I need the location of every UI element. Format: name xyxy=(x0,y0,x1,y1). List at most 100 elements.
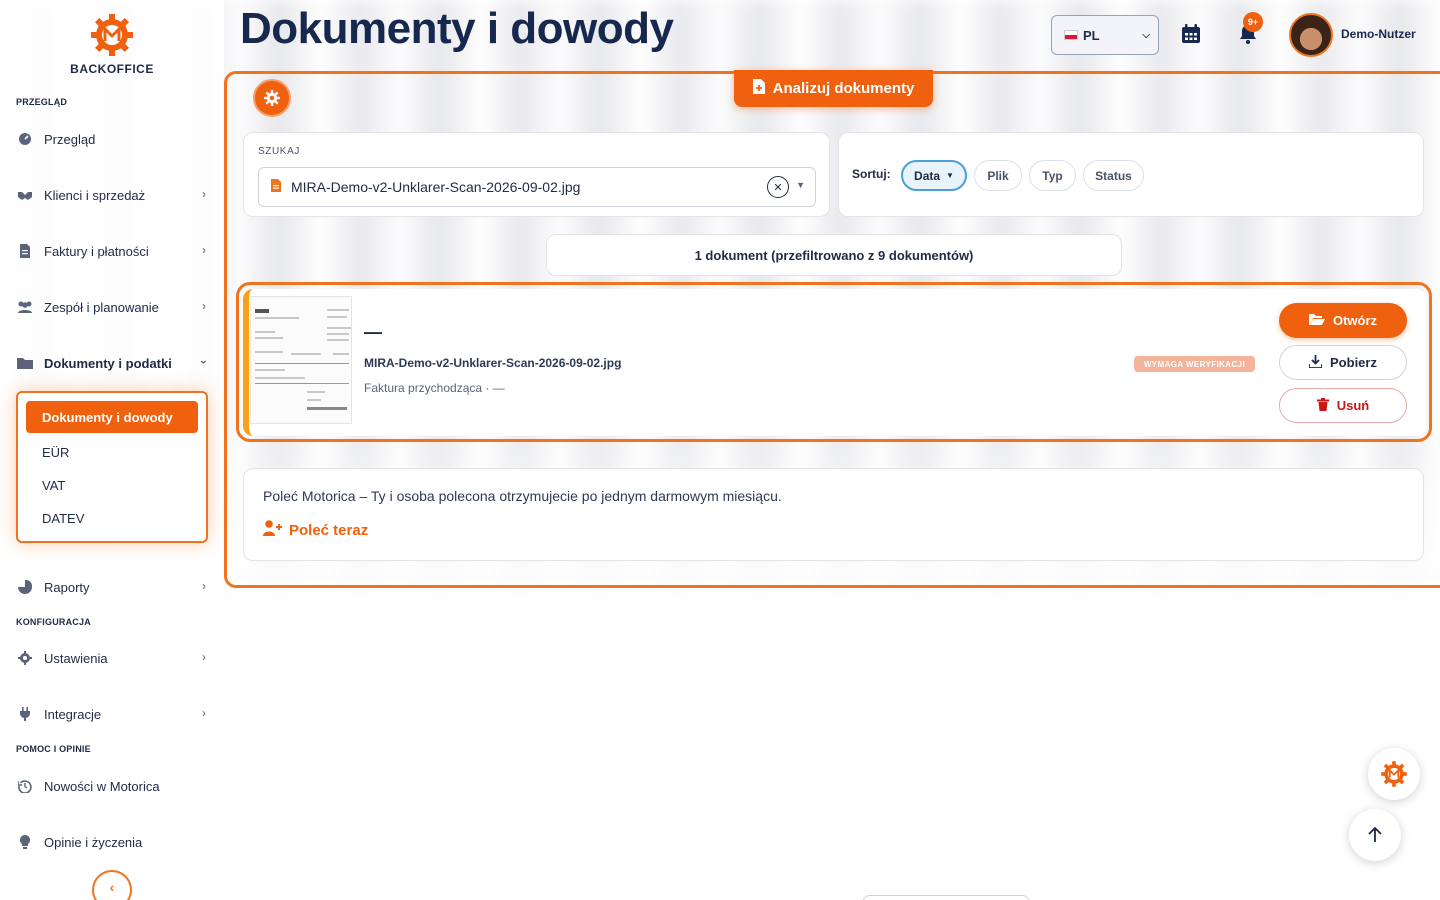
sidebar-item-label: Klienci i sprzedaż xyxy=(44,187,146,203)
section-label-overview: PRZEGLĄD xyxy=(16,97,68,107)
motorica-gear-icon xyxy=(1381,761,1407,787)
submenu-item-vat[interactable]: VAT xyxy=(42,478,65,493)
status-badge: WYMAGA WERYFIKACJI xyxy=(1134,356,1255,372)
handshake-icon xyxy=(16,187,34,203)
sidebar-item-label: Przegląd xyxy=(44,131,96,147)
submenu-item-datev[interactable]: DATEV xyxy=(42,511,84,526)
language-value: PL xyxy=(1083,27,1100,43)
search-card: SZUKAJ MIRA-Demo-v2-Unklarer-Scan-2026-0… xyxy=(243,132,830,217)
arrow-up-icon xyxy=(1368,827,1382,842)
refer-now-link[interactable]: Poleć teraz xyxy=(263,520,368,540)
lightbulb-icon xyxy=(16,834,34,850)
sort-card: Sortuj: Data ▼ Plik Typ Status xyxy=(838,132,1424,217)
analyze-documents-button[interactable]: Analizuj dokumenty xyxy=(734,70,933,107)
sidebar-item-whats-new[interactable]: Nowości w Motorica xyxy=(16,772,210,800)
delete-button[interactable]: Usuń xyxy=(1279,388,1407,423)
scroll-to-top-button[interactable] xyxy=(1349,809,1401,861)
sort-option-type[interactable]: Typ xyxy=(1029,160,1076,191)
folder-icon xyxy=(16,355,34,371)
referral-card: Poleć Motorica – Ty i osoba polecona otr… xyxy=(243,468,1424,561)
sidebar-item-label: Faktury i płatności xyxy=(44,243,149,259)
chevron-right-icon: › xyxy=(202,243,206,257)
sidebar-item-overview[interactable]: Przegląd xyxy=(16,125,210,153)
user-name[interactable]: Demo-Nutzer xyxy=(1341,27,1416,41)
user-plus-icon xyxy=(263,520,283,540)
sidebar: BACKOFFICE PRZEGLĄD Przegląd Klienci i s… xyxy=(0,0,224,900)
folder-open-icon xyxy=(1308,313,1325,328)
gear-icon xyxy=(264,90,280,106)
sidebar-item-invoices[interactable]: Faktury i płatności › xyxy=(16,237,210,265)
refer-now-label: Poleć teraz xyxy=(289,521,369,539)
motorica-gear-logo-icon xyxy=(91,14,133,56)
language-select[interactable]: PL ⌵ xyxy=(1051,15,1159,55)
dashboard-icon xyxy=(16,131,34,147)
caret-down-icon[interactable]: ▼ xyxy=(796,180,805,190)
sort-option-date[interactable]: Data ▼ xyxy=(901,160,967,191)
open-button[interactable]: Otwórz xyxy=(1279,303,1407,338)
document-file-name[interactable]: MIRA-Demo-v2-Unklarer-Scan-2026-09-02.jp… xyxy=(364,356,621,370)
sidebar-item-label: Integracje xyxy=(44,706,102,722)
pie-chart-icon xyxy=(16,579,34,595)
result-count: 1 dokument (przefiltrowano z 9 dokumentó… xyxy=(546,234,1122,276)
document-thumbnail[interactable] xyxy=(250,296,352,424)
history-icon xyxy=(16,778,34,794)
trash-icon xyxy=(1316,397,1329,414)
sidebar-item-label: Raporty xyxy=(44,579,90,595)
invoice-icon xyxy=(16,243,34,259)
bottom-partial-element xyxy=(862,895,1030,900)
calendar-icon xyxy=(1182,24,1200,43)
assistant-button[interactable] xyxy=(1368,748,1420,800)
sidebar-item-label: Opinie i życzenia xyxy=(44,834,143,850)
sidebar-item-team[interactable]: Zespół i planowanie › xyxy=(16,293,210,321)
poland-flag-icon xyxy=(1064,30,1078,40)
chevron-left-icon: ‹ xyxy=(109,879,115,895)
sidebar-item-reports[interactable]: Raporty › xyxy=(16,573,210,601)
chevron-right-icon: › xyxy=(202,706,206,720)
section-label-help: POMOC I OPINIE xyxy=(16,744,91,754)
page-title: Dokumenty i dowody xyxy=(240,4,674,53)
document-meta: Faktura przychodząca · — xyxy=(364,381,505,395)
plug-icon xyxy=(16,706,34,722)
search-value: MIRA-Demo-v2-Unklarer-Scan-2026-09-02.jp… xyxy=(291,179,581,195)
sidebar-item-settings[interactable]: Ustawienia › xyxy=(16,644,210,672)
analyze-documents-label: Analizuj dokumenty xyxy=(772,80,915,97)
caret-down-icon: ▼ xyxy=(946,171,954,180)
sidebar-item-feedback[interactable]: Opinie i życzenia xyxy=(16,828,210,856)
page-settings-button[interactable] xyxy=(253,79,291,117)
search-input[interactable]: MIRA-Demo-v2-Unklarer-Scan-2026-09-02.jp… xyxy=(258,167,816,207)
documents-submenu: Dokumenty i dowody EÜR VAT DATEV xyxy=(16,391,208,543)
sidebar-item-label: Nowości w Motorica xyxy=(44,778,160,794)
submenu-item-documents-evidence[interactable]: Dokumenty i dowody xyxy=(26,401,198,433)
gear-icon xyxy=(16,650,34,666)
section-label-config: KONFIGURACJA xyxy=(16,617,91,627)
chevron-right-icon: › xyxy=(202,579,206,593)
download-icon xyxy=(1308,354,1323,371)
sidebar-item-clients-sales[interactable]: Klienci i sprzedaż › xyxy=(16,181,210,209)
avatar[interactable] xyxy=(1289,13,1333,57)
document-title: — xyxy=(364,322,382,342)
clear-search-button[interactable]: ✕ xyxy=(767,176,789,198)
sort-option-status[interactable]: Status xyxy=(1083,160,1144,191)
download-button[interactable]: Pobierz xyxy=(1279,345,1407,380)
sort-label: Sortuj: xyxy=(852,167,891,181)
file-icon xyxy=(271,179,281,195)
search-label: SZUKAJ xyxy=(258,146,300,157)
sort-option-label: Data xyxy=(914,168,941,183)
submenu-item-eur[interactable]: EÜR xyxy=(42,445,69,460)
sidebar-item-label: Ustawienia xyxy=(44,650,108,666)
notification-count-badge: 9+ xyxy=(1243,12,1263,32)
file-plus-icon xyxy=(752,79,765,98)
calendar-button[interactable] xyxy=(1179,22,1203,46)
delete-label: Usuń xyxy=(1336,398,1370,413)
sidebar-item-documents-taxes[interactable]: Dokumenty i podatki › xyxy=(16,349,211,377)
chevron-down-icon: ⌵ xyxy=(1142,29,1150,41)
collapse-sidebar-button[interactable]: ‹ xyxy=(92,870,132,900)
open-label: Otwórz xyxy=(1332,313,1378,328)
sidebar-item-integrations[interactable]: Integracje › xyxy=(16,700,210,728)
brand-logo[interactable]: BACKOFFICE xyxy=(60,12,164,76)
sort-option-file[interactable]: Plik xyxy=(974,160,1022,191)
chevron-right-icon: › xyxy=(202,187,206,201)
chevron-right-icon: › xyxy=(202,299,206,313)
chevron-down-icon: › xyxy=(197,360,211,364)
chevron-right-icon: › xyxy=(202,650,206,664)
